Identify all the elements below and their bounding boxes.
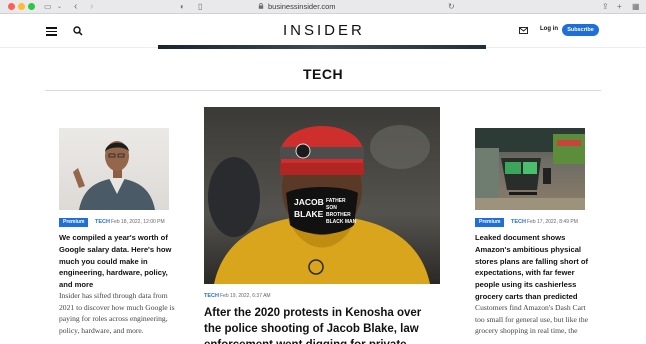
- maximize-window-icon[interactable]: [28, 3, 35, 10]
- subscribe-button[interactable]: Subscribe: [562, 24, 599, 36]
- grocery-cart-photo: [475, 128, 585, 210]
- sidebar-icon[interactable]: ▭: [44, 2, 52, 12]
- tab-overview-icon[interactable]: ▦: [632, 2, 640, 12]
- category-link[interactable]: TECH: [95, 218, 110, 227]
- svg-text:BROTHER: BROTHER: [326, 212, 351, 218]
- article-excerpt: Customers find Amazon's Dash Cart too sm…: [475, 303, 589, 336]
- article-date: Feb 18, 2022, 12:00 PM: [111, 219, 165, 225]
- premium-badge: Premium: [59, 218, 89, 227]
- premium-badge: Premium: [475, 218, 505, 227]
- close-window-icon[interactable]: [8, 3, 15, 10]
- ad-banner-image[interactable]: [158, 45, 486, 49]
- article-thumbnail[interactable]: [59, 128, 169, 210]
- svg-text:FATHER: FATHER: [326, 198, 346, 204]
- svg-text:BLAKE: BLAKE: [294, 209, 324, 219]
- browser-toolbar: ▭ ⌄ ‹ › ◐ ▯ businessinsider.com ↻ ⇪ + ▦: [0, 0, 646, 14]
- article-excerpt: Insider has sifted through data from 202…: [59, 291, 175, 336]
- category-link[interactable]: TECH: [204, 292, 219, 301]
- section-divider: [45, 90, 601, 91]
- svg-text:JACOB: JACOB: [294, 197, 324, 207]
- menu-icon[interactable]: [46, 27, 57, 36]
- lock-icon: [258, 3, 264, 9]
- article-headline[interactable]: We compiled a year's worth of Google sal…: [59, 232, 177, 291]
- svg-text:BLACK MAN: BLACK MAN: [326, 219, 357, 225]
- login-link[interactable]: Log in: [540, 26, 558, 32]
- share-icon[interactable]: ⇪: [602, 2, 609, 12]
- section-title: TECH: [302, 66, 344, 82]
- new-tab-icon[interactable]: +: [617, 2, 622, 12]
- article-headline[interactable]: After the 2020 protests in Kenosha over …: [204, 305, 440, 344]
- category-link[interactable]: TECH: [511, 218, 526, 227]
- article-date: Feb 17, 2022, 8:49 PM: [527, 219, 578, 225]
- svg-text:SON: SON: [326, 205, 337, 211]
- site-logo[interactable]: INSIDER: [283, 22, 365, 39]
- reload-icon[interactable]: ↻: [448, 2, 455, 12]
- privacy-icon[interactable]: ◐: [180, 2, 185, 12]
- protester-photo: JACOB BLAKE FATHER SON BROTHER BLACK MAN: [208, 125, 430, 284]
- person-photo: [73, 141, 155, 210]
- tab-icon[interactable]: ▯: [198, 2, 202, 12]
- search-icon[interactable]: [73, 26, 83, 36]
- forward-icon[interactable]: ›: [90, 2, 93, 12]
- article-date: Feb 19, 2022, 6:37 AM: [220, 293, 271, 299]
- article-headline[interactable]: Leaked document shows Amazon's ambitious…: [475, 232, 590, 303]
- back-icon[interactable]: ‹: [74, 2, 77, 12]
- address-bar[interactable]: businessinsider.com: [268, 1, 336, 12]
- article-thumbnail[interactable]: [475, 128, 585, 210]
- site-header: INSIDER Log in Subscribe: [0, 15, 646, 48]
- article-thumbnail[interactable]: JACOB BLAKE FATHER SON BROTHER BLACK MAN: [204, 107, 440, 284]
- minimize-window-icon[interactable]: [18, 3, 25, 10]
- mail-icon[interactable]: [519, 27, 528, 34]
- chevron-down-icon[interactable]: ⌄: [57, 2, 62, 12]
